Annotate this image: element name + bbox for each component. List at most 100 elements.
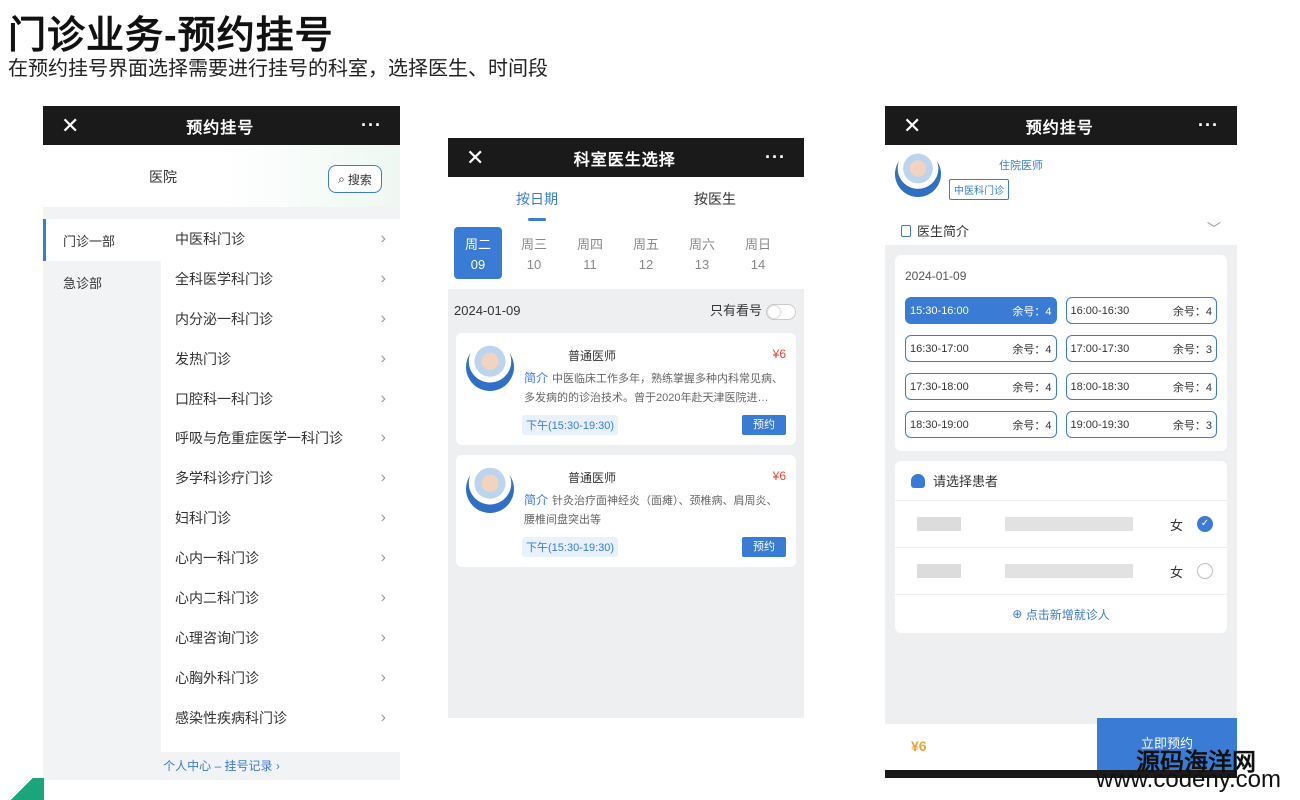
slot-time: 17:30-18:00 — [910, 380, 969, 393]
day-item[interactable]: 周日 14 — [734, 227, 782, 279]
search-icon: ⌕ — [338, 171, 345, 186]
close-icon[interactable]: ✕ — [466, 146, 484, 169]
clinic-item[interactable]: 心胸外科门诊 › — [161, 658, 400, 698]
clinic-item[interactable]: 感染性疾病科门诊 › — [161, 698, 400, 738]
day-item[interactable]: 周二 09 — [454, 227, 502, 279]
hospital-header: 医院 ⌕ 搜索 — [43, 145, 400, 207]
day-item[interactable]: 周六 13 — [678, 227, 726, 279]
clinic-item[interactable]: 呼吸与危重症医学一科门诊 › — [161, 418, 400, 458]
more-icon[interactable]: ··· — [1198, 115, 1219, 136]
book-button[interactable]: 预约 — [742, 415, 786, 435]
clinic-label: 口腔科一科门诊 — [175, 390, 273, 407]
tab-bar: 按日期 按医生 — [448, 177, 804, 221]
check-icon[interactable]: ✓ — [1197, 516, 1213, 532]
time-slot[interactable]: 19:00-19:30 余号：3 — [1065, 411, 1217, 438]
doctor-card[interactable]: 普通医师 ¥6 简介 针灸治疗面神经炎（面瘫）、颈椎病、肩周炎、腰椎间盘突出等 下… — [456, 455, 796, 567]
clinic-item[interactable]: 中医科门诊 › — [161, 219, 400, 259]
slot-remain: 余号：4 — [1012, 419, 1052, 432]
slide-subtitle: 在预约挂号界面选择需要进行挂号的科室，选择医生、时间段 — [8, 58, 548, 80]
more-icon[interactable]: ··· — [765, 147, 786, 168]
slot-time: 19:00-19:30 — [1070, 418, 1130, 431]
department-list: 门诊一部 急诊部 — [43, 219, 161, 779]
time-slot[interactable]: 16:30-17:00 余号：4 — [905, 335, 1057, 362]
topbar-title: 科室医生选择 — [573, 151, 676, 169]
clinic-label: 多学科诊疗门诊 — [175, 470, 273, 487]
time-slot[interactable]: 16:00-16:30 余号：4 — [1065, 297, 1217, 324]
doctor-card[interactable]: 普通医师 ¥6 简介 中医临床工作多年，熟练掌握多种内科常见病、多发病的的诊治技术… — [456, 333, 796, 445]
day-item[interactable]: 周三 10 — [510, 227, 558, 279]
doctor-role: 住院医师 — [999, 160, 1043, 172]
slot-time: 15:30-16:00 — [910, 304, 969, 317]
dept-badge: 中医科门诊 — [949, 179, 1009, 200]
registration-record-link[interactable]: 个人中心 – 挂号记录 › — [43, 752, 400, 780]
clinic-label: 心内二科门诊 — [175, 589, 259, 606]
clinic-item[interactable]: 发热门诊 › — [161, 339, 400, 379]
time-slot[interactable]: 18:30-19:00 余号：4 — [905, 411, 1057, 438]
day-number: 11 — [583, 257, 597, 272]
chevron-right-icon: › — [380, 588, 386, 606]
doctor-title: 普通医师 — [568, 349, 617, 363]
clinic-item[interactable]: 内分泌一科门诊 › — [161, 299, 400, 339]
clinic-item[interactable]: 口腔科一科门诊 › — [161, 379, 400, 419]
only-available-toggle[interactable] — [766, 303, 796, 320]
day-number: 10 — [526, 257, 542, 272]
clinic-item[interactable]: 全科医学科门诊 › — [161, 259, 400, 299]
day-item[interactable]: 周五 12 — [622, 227, 670, 279]
slot-remain: 余号：4 — [1012, 305, 1052, 318]
doctor-intro: 简介 中医临床工作多年，熟练掌握多种内科常见病、多发病的的诊治技术。曾于2020年… — [524, 369, 786, 408]
chevron-right-icon: › — [380, 389, 386, 407]
clinic-item[interactable]: 心理咨询门诊 › — [161, 618, 400, 658]
day-item[interactable]: 周四 11 — [566, 227, 614, 279]
add-patient-button[interactable]: ⊕ 点击新增就诊人 — [895, 595, 1227, 633]
chevron-down-icon[interactable]: ﹀ — [1207, 219, 1221, 239]
time-tag: 下午(15:30-19:30) — [522, 537, 619, 557]
clinic-item[interactable]: 妇科门诊 › — [161, 498, 400, 538]
avatar — [466, 343, 514, 391]
day-week: 周五 — [632, 237, 659, 252]
topbar-title: 预约挂号 — [1025, 119, 1094, 137]
chevron-right-icon: › — [380, 349, 386, 367]
day-week: 周四 — [576, 237, 603, 252]
time-slot[interactable]: 15:30-16:00 余号：4 — [905, 297, 1057, 324]
slot-time: 17:00-17:30 — [1070, 342, 1130, 355]
book-button[interactable]: 预约 — [742, 537, 786, 557]
slot-time: 18:00-18:30 — [1070, 380, 1130, 393]
more-icon[interactable]: ··· — [361, 115, 382, 136]
department-item[interactable]: 门诊一部 — [43, 219, 161, 261]
tab-by-doctor[interactable]: 按医生 — [626, 177, 804, 221]
slide-title: 门诊业务-预约挂号 — [8, 15, 334, 57]
clinic-item[interactable]: 心内二科门诊 › — [161, 578, 400, 618]
slot-remain: 余号：4 — [1172, 305, 1212, 318]
time-slot[interactable]: 18:00-18:30 余号：4 — [1065, 373, 1217, 400]
only-available-label: 只有看号 — [709, 303, 762, 319]
clinic-item[interactable]: 多学科诊疗门诊 › — [161, 458, 400, 498]
clinic-label: 心理咨询门诊 — [175, 629, 259, 646]
blurred-id — [1005, 564, 1133, 578]
close-icon[interactable]: ✕ — [61, 114, 79, 137]
blurred-name — [917, 564, 961, 578]
patient-panel: 请选择患者 女 ✓ 女 ⊕ 点击新增就诊人 — [895, 461, 1227, 633]
radio-icon[interactable] — [1197, 563, 1213, 579]
slot-remain: 余号：3 — [1172, 343, 1212, 356]
doctor-intro: 简介 针灸治疗面神经炎（面瘫）、颈椎病、肩周炎、腰椎间盘突出等 — [524, 491, 786, 530]
search-button[interactable]: ⌕ 搜索 — [328, 165, 382, 193]
day-week: 周日 — [744, 237, 771, 252]
clinic-label: 心内一科门诊 — [175, 550, 259, 567]
chevron-right-icon: › — [380, 429, 386, 447]
doctor-price: ¥6 — [772, 347, 786, 361]
doctor-title: 普通医师 — [568, 471, 617, 485]
department-item[interactable]: 急诊部 — [43, 261, 161, 303]
topbar-title: 预约挂号 — [186, 119, 255, 137]
day-selector: 周二 09 周三 10 周四 11 周五 12 周六 13 周日 14 — [448, 221, 804, 289]
time-slot[interactable]: 17:00-17:30 余号：3 — [1065, 335, 1217, 362]
patient-row[interactable]: 女 ✓ — [895, 501, 1227, 548]
clinic-item[interactable]: 心内一科门诊 › — [161, 538, 400, 578]
add-patient-label: 点击新增就诊人 — [1025, 607, 1110, 622]
doctor-intro-toggle[interactable]: 医生简介 — [901, 221, 969, 240]
tab-by-date[interactable]: 按日期 — [448, 177, 626, 221]
user-icon — [911, 473, 925, 488]
time-slot[interactable]: 17:30-18:00 余号：4 — [905, 373, 1057, 400]
plus-circle-icon: ⊕ — [1012, 607, 1026, 621]
close-icon[interactable]: ✕ — [903, 114, 921, 137]
patient-row[interactable]: 女 — [895, 548, 1227, 595]
